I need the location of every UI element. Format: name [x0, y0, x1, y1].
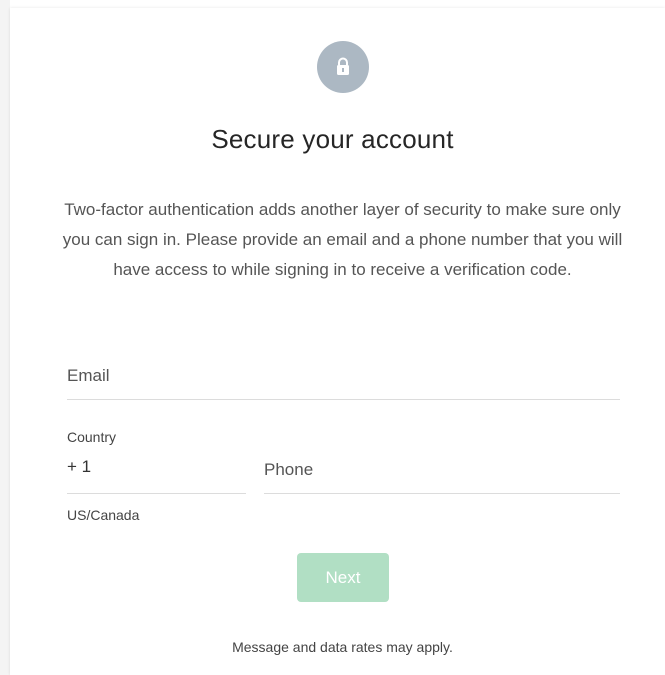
country-region: US/Canada [67, 507, 140, 523]
page-description: Two-factor authentication adds another l… [62, 200, 623, 279]
rates-disclaimer: Message and data rates may apply. [232, 639, 453, 655]
country-label: Country [67, 429, 117, 445]
next-button[interactable]: Next [297, 553, 389, 602]
email-underline [67, 399, 620, 400]
email-field[interactable]: Email [67, 366, 110, 386]
page-title: Secure your account [211, 124, 454, 154]
phone-underline [264, 493, 620, 494]
lock-icon [337, 57, 349, 75]
lock-badge [317, 41, 369, 93]
left-gutter [0, 0, 10, 675]
country-code-select[interactable]: + 1 [67, 457, 91, 477]
country-underline [67, 493, 246, 494]
phone-field[interactable]: Phone [264, 460, 313, 480]
